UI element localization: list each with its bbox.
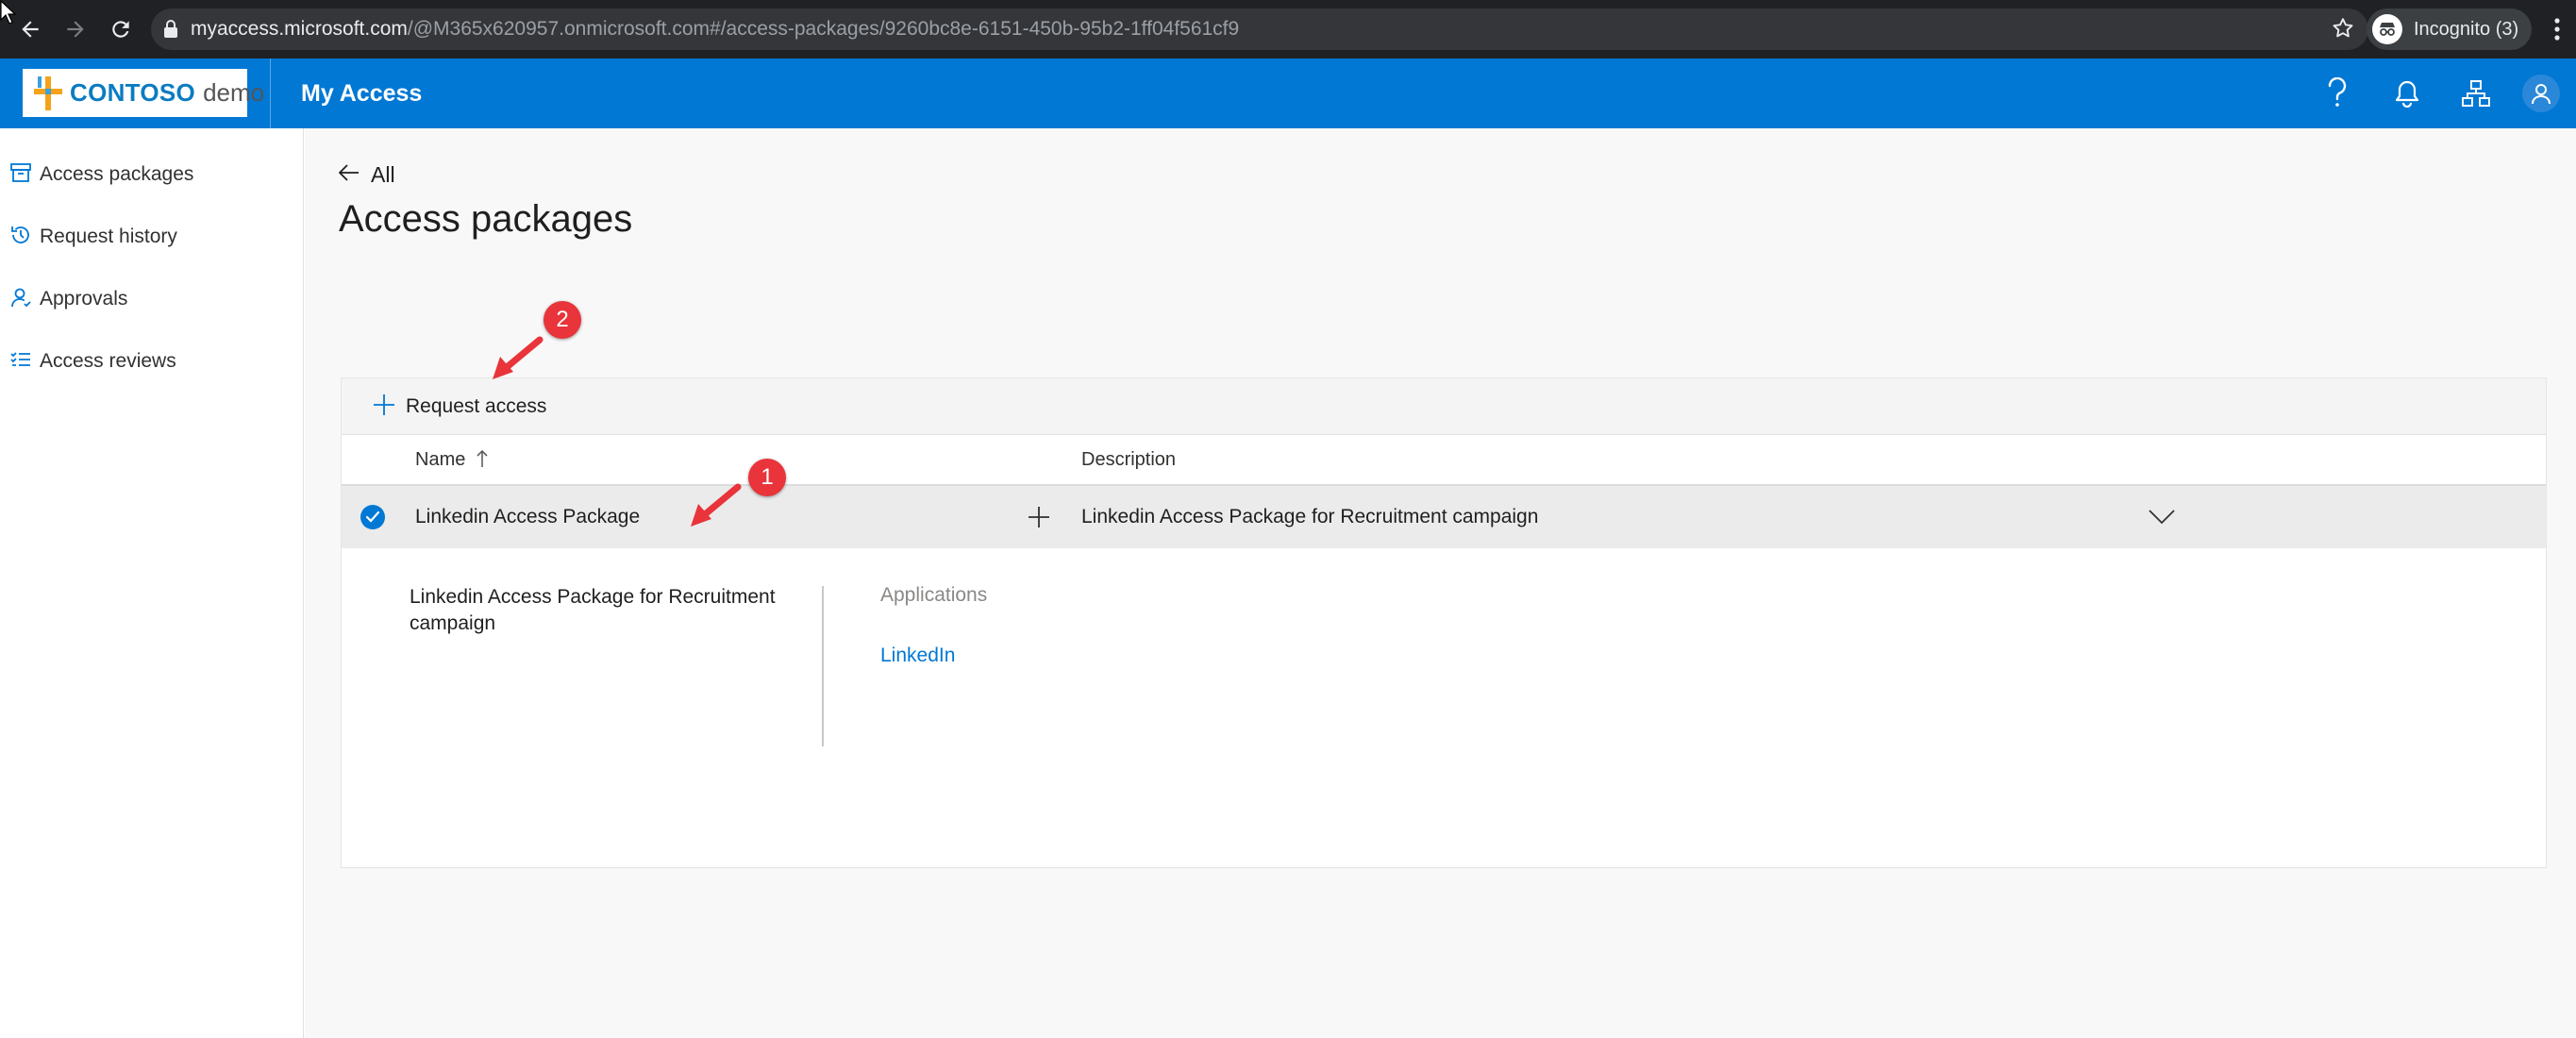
address-bar[interactable]: myaccess.microsoft.com/@M365x620957.onmi… (151, 8, 2368, 50)
checklist-icon (9, 348, 32, 376)
back-link[interactable]: All (338, 162, 395, 188)
annotation-marker-1: 1 (748, 459, 786, 496)
incognito-label: Incognito (3) (2414, 18, 2519, 40)
access-packages-list: Request access Name Description Linkedin… (341, 377, 2547, 868)
sidebar-item-label: Access reviews (40, 350, 176, 372)
sidebar: Access packages Request history Approval… (0, 128, 304, 1038)
lock-icon (151, 20, 191, 39)
annotation-marker-2: 2 (544, 301, 581, 339)
table-header: Name Description (342, 435, 2546, 486)
sidebar-item-access-reviews[interactable]: Access reviews (9, 343, 176, 380)
sidebar-item-label: Request history (40, 226, 177, 247)
star-icon[interactable] (2331, 16, 2355, 45)
row-description: Linkedin Access Package for Recruitment … (1081, 506, 1539, 527)
url-host: myaccess.microsoft.com (191, 18, 408, 40)
avatar-icon[interactable] (2522, 75, 2560, 112)
incognito-badge[interactable]: Incognito (3) (2367, 8, 2533, 50)
details-divider (822, 586, 824, 746)
help-icon[interactable] (2318, 75, 2356, 112)
person-icon (9, 286, 32, 313)
kebab-icon[interactable] (2538, 0, 2576, 59)
incognito-icon (2372, 14, 2402, 44)
details-description: Linkedin Access Package for Recruitment … (410, 586, 776, 634)
brand-suffix: demo (203, 78, 265, 107)
request-access-label: Request access (406, 395, 547, 417)
back-label: All (371, 162, 395, 187)
command-bar: Request access (342, 378, 2546, 435)
column-header-description[interactable]: Description (1081, 435, 1176, 484)
app-header: CONTOSO demo My Access (0, 59, 2576, 128)
sidebar-item-access-packages[interactable]: Access packages (9, 156, 193, 193)
annotation-arrow-1 (691, 483, 742, 527)
sidebar-item-label: Access packages (40, 163, 194, 185)
application-link-linkedin[interactable]: LinkedIn (880, 645, 955, 667)
mouse-cursor-icon (0, 0, 17, 25)
app-title[interactable]: My Access (301, 59, 422, 128)
column-name-label: Name (415, 449, 466, 470)
bell-icon[interactable] (2388, 75, 2426, 112)
page-title: Access packages (339, 198, 633, 240)
sidebar-item-label: Approvals (40, 288, 128, 310)
org-chart-icon[interactable] (2457, 75, 2495, 112)
back-arrow-icon (338, 164, 360, 186)
history-icon (9, 224, 32, 251)
chevron-down-icon[interactable] (2144, 499, 2180, 535)
column-header-name[interactable]: Name (415, 435, 488, 484)
forward-icon[interactable] (51, 0, 100, 59)
selected-check-icon[interactable] (360, 505, 385, 529)
sidebar-item-approvals[interactable]: Approvals (9, 280, 127, 318)
sort-ascending-icon (477, 449, 488, 470)
url-text: myaccess.microsoft.com/@M365x620957.onmi… (191, 18, 1239, 41)
row-details: Linkedin Access Package for Recruitment … (342, 548, 2546, 867)
annotation-arrow-2 (493, 336, 544, 379)
table-row[interactable]: Linkedin Access Package Linkedin Access … (342, 486, 2546, 548)
request-access-button[interactable]: Request access (374, 388, 546, 426)
row-name[interactable]: Linkedin Access Package (415, 486, 640, 548)
brand-name: CONTOSO (70, 78, 196, 107)
logo-mark-icon (34, 75, 62, 110)
browser-toolbar: myaccess.microsoft.com/@M365x620957.onmi… (0, 0, 2576, 59)
reload-icon[interactable] (96, 0, 145, 59)
contoso-logo[interactable]: CONTOSO demo (23, 69, 264, 117)
applications-heading: Applications (880, 584, 988, 606)
package-icon (9, 161, 32, 189)
plus-icon (374, 393, 394, 420)
header-divider (270, 59, 271, 128)
add-package-icon[interactable] (1021, 499, 1057, 535)
url-path: /@M365x620957.onmicrosoft.com#/access-pa… (407, 18, 1240, 40)
main-content: All Access packages Request access Name … (305, 128, 2576, 1038)
sidebar-item-request-history[interactable]: Request history (9, 218, 177, 256)
